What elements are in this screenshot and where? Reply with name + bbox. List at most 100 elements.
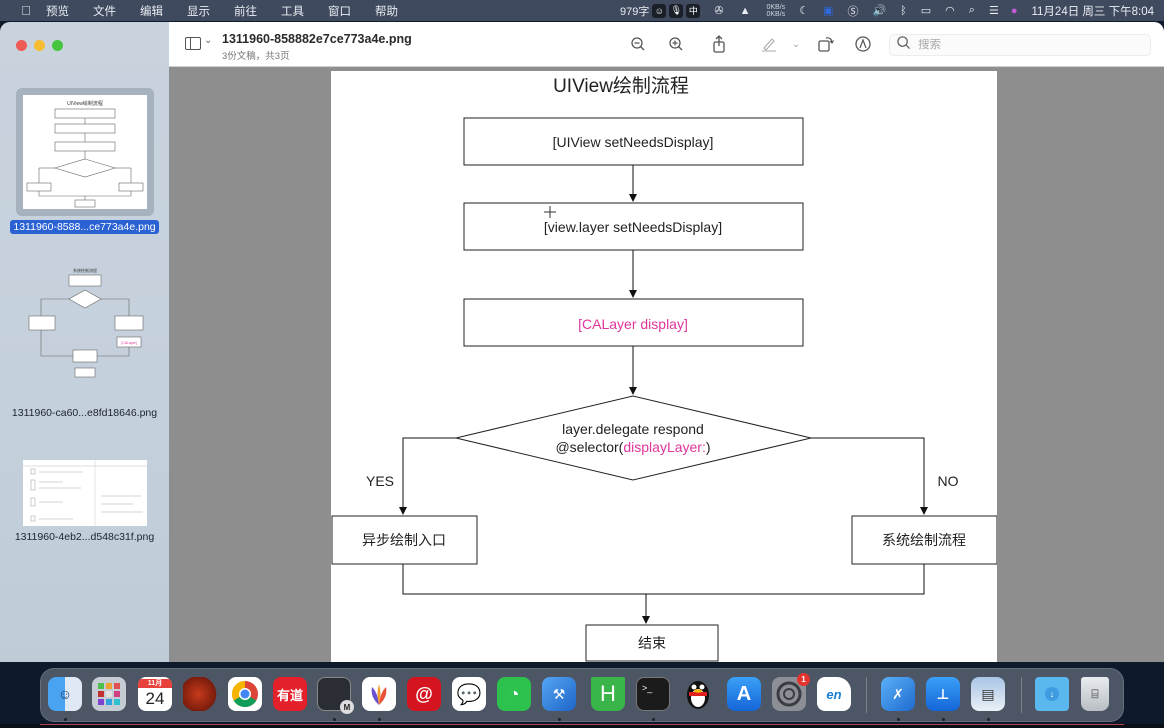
dock-app-youdao[interactable]: 有道 xyxy=(273,677,307,711)
sidebar-toggle-icon[interactable] xyxy=(185,37,201,50)
document-canvas[interactable]: UIView绘制流程 [UIView setNeedsDisplay] [vie… xyxy=(169,68,1164,662)
input-method-indicator[interactable]: 中 xyxy=(686,3,701,18)
terminal-prompt: >_ xyxy=(642,683,653,693)
menu-item-window[interactable]: 窗口 xyxy=(328,3,351,19)
wifi-icon[interactable]: ◠ xyxy=(945,4,955,17)
dock-app-code-editor[interactable]: M xyxy=(317,677,354,714)
document-title: 1311960-858882e7ce773a4e.png xyxy=(222,32,412,46)
svg-text:系统绘制流程: 系统绘制流程 xyxy=(73,267,97,273)
dock-app-xcode[interactable]: ⚒ xyxy=(542,677,576,711)
search-field[interactable] xyxy=(889,34,1151,56)
menu-item-preview[interactable]: 预览 xyxy=(46,3,69,19)
word-count[interactable]: 979字 xyxy=(620,3,649,19)
dock-app-netease-music[interactable]: @ xyxy=(407,677,441,711)
cat-icon[interactable]: ▲ xyxy=(740,5,751,17)
app-store-icon: A xyxy=(736,682,752,705)
thumbnail-caption: 1311960-8588...ce773a4e.png xyxy=(10,220,159,234)
apple-logo-icon[interactable]:  xyxy=(18,3,34,18)
menu-bar:  预览 文件 编辑 显示 前往 工具 窗口 帮助 979字 ☺ 🎙 中 ✇ ▲… xyxy=(0,0,1164,21)
menu-item-view[interactable]: 显示 xyxy=(187,3,210,19)
menu-item-help[interactable]: 帮助 xyxy=(375,3,398,19)
volume-icon[interactable]: 🔊 xyxy=(872,4,886,17)
control-center-icon[interactable]: ☰ xyxy=(989,4,999,17)
annotate-icon[interactable] xyxy=(854,35,872,53)
dock-app-calendar[interactable]: 11月 24 xyxy=(138,677,172,711)
calendar-month: 11月 xyxy=(138,678,172,688)
finder-icon: ☺ xyxy=(57,686,73,702)
dock-app-apple-red[interactable] xyxy=(183,677,217,711)
dock-app-finder[interactable]: ☺ xyxy=(48,677,82,711)
running-indicator xyxy=(897,718,900,721)
close-window-button[interactable] xyxy=(16,40,27,51)
dock-app-app-store[interactable]: A xyxy=(727,677,761,711)
bluetooth-icon[interactable]: ᛒ xyxy=(900,5,907,17)
preview-photos-icon: ▤ xyxy=(981,685,995,702)
dock-app-launchpad[interactable] xyxy=(92,677,126,711)
qq-penguin-icon xyxy=(687,681,709,709)
thumbnail-1[interactable]: UIView绘制流程 1311960-8588...ce773a4e.png xyxy=(0,88,169,235)
thumbnail-2[interactable]: 系统绘制流程 [CALayer] 1311960-ca60...e8fd1864… xyxy=(0,266,169,421)
dock-app-eudic[interactable]: en xyxy=(817,677,851,711)
flowchart-decision xyxy=(455,395,812,481)
launchpad-icon xyxy=(98,683,120,705)
dock-app-terminal[interactable]: >_ xyxy=(636,677,670,711)
document-subtitle: 3份文稿，共3页 xyxy=(222,51,290,62)
dock-app-mindnode[interactable] xyxy=(362,677,396,711)
clock[interactable]: 11月24日 周三 下午8:04 xyxy=(1031,3,1154,19)
xcode-hammer-icon: ⚒ xyxy=(552,685,566,702)
moon-icon[interactable]: ☾ xyxy=(799,4,809,17)
dock-app-instruments[interactable]: ✗ xyxy=(881,677,915,711)
dock-separator xyxy=(1021,677,1022,713)
zoom-in-icon[interactable] xyxy=(667,35,685,53)
emoji-icon[interactable]: ☺ xyxy=(652,3,667,18)
zoom-out-icon[interactable] xyxy=(629,35,647,53)
eudic-label: en xyxy=(826,686,842,702)
dock: ☺ 11月 24 有道 M @ 💬 ◔ ⚒ H >_ A 1 en ✗ ⊥ ▤ … xyxy=(40,668,1124,722)
menu-item-edit[interactable]: 编辑 xyxy=(140,3,163,19)
battery-icon[interactable]: ▭ xyxy=(921,4,931,17)
dock-folder-downloads[interactable]: ↓ xyxy=(1035,677,1069,711)
dock-bottom-edge xyxy=(0,724,1164,728)
rotate-icon[interactable] xyxy=(817,35,835,53)
decision-prefix: @selector( xyxy=(555,439,623,455)
minimize-window-button[interactable] xyxy=(34,40,45,51)
spotlight-icon[interactable]: ⌕ xyxy=(969,4,975,17)
sogou-icon[interactable]: Ⓢ xyxy=(847,3,858,19)
network-speed[interactable]: 0KB/s 0KB/s xyxy=(766,4,785,18)
siri-icon[interactable]: ● xyxy=(1011,5,1018,17)
menu-item-file[interactable]: 文件 xyxy=(93,3,116,19)
net-download: 0KB/s xyxy=(766,10,786,18)
instruments-icon: ✗ xyxy=(892,685,904,702)
dock-trash[interactable]: ⌸ xyxy=(1081,677,1109,711)
share-icon[interactable] xyxy=(710,35,728,53)
yes-node-label: 异步绘制入口 xyxy=(362,532,446,548)
fullscreen-window-button[interactable] xyxy=(52,40,63,51)
chevron-down-icon[interactable]: ⌄ xyxy=(204,35,212,46)
dock-app-wechat[interactable]: ◔ xyxy=(497,677,531,711)
chevron-down-icon[interactable]: ⌄ xyxy=(787,35,805,53)
dock-app-hbuilder[interactable]: H xyxy=(591,677,625,711)
dock-app-preview[interactable]: ▤ xyxy=(971,677,1005,711)
dock-app-chat[interactable]: 💬 xyxy=(452,677,486,711)
svg-text:[CALayer]: [CALayer] xyxy=(121,341,137,345)
dock-app-qq[interactable] xyxy=(681,677,715,711)
dock-app-keynote[interactable]: ⊥ xyxy=(926,677,960,711)
microphone-icon[interactable]: 🎙 xyxy=(669,3,684,18)
running-indicator xyxy=(652,718,655,721)
fan-icon[interactable]: ✇ xyxy=(714,4,723,17)
thumbnail-2-image: 系统绘制流程 [CALayer] xyxy=(28,267,143,378)
search-input[interactable] xyxy=(918,39,1138,51)
notification-badge: 1 xyxy=(797,673,810,686)
screen-icon[interactable]: ▣ xyxy=(823,4,833,17)
menu-item-go[interactable]: 前往 xyxy=(234,3,257,19)
thumbnail-3[interactable]: 1311960-4eb2...d548c31f.png xyxy=(0,460,169,545)
markup-pen-icon[interactable] xyxy=(760,35,778,53)
hbuilder-label: H xyxy=(600,681,616,706)
dock-app-chrome[interactable] xyxy=(228,677,262,711)
download-arrow-icon: ↓ xyxy=(1045,687,1059,701)
dock-app-system-preferences[interactable]: 1 xyxy=(772,673,810,711)
running-indicator xyxy=(64,718,67,721)
keynote-podium-icon: ⊥ xyxy=(936,685,950,702)
youdao-label: 有道 xyxy=(276,687,303,703)
menu-item-tools[interactable]: 工具 xyxy=(281,3,304,19)
